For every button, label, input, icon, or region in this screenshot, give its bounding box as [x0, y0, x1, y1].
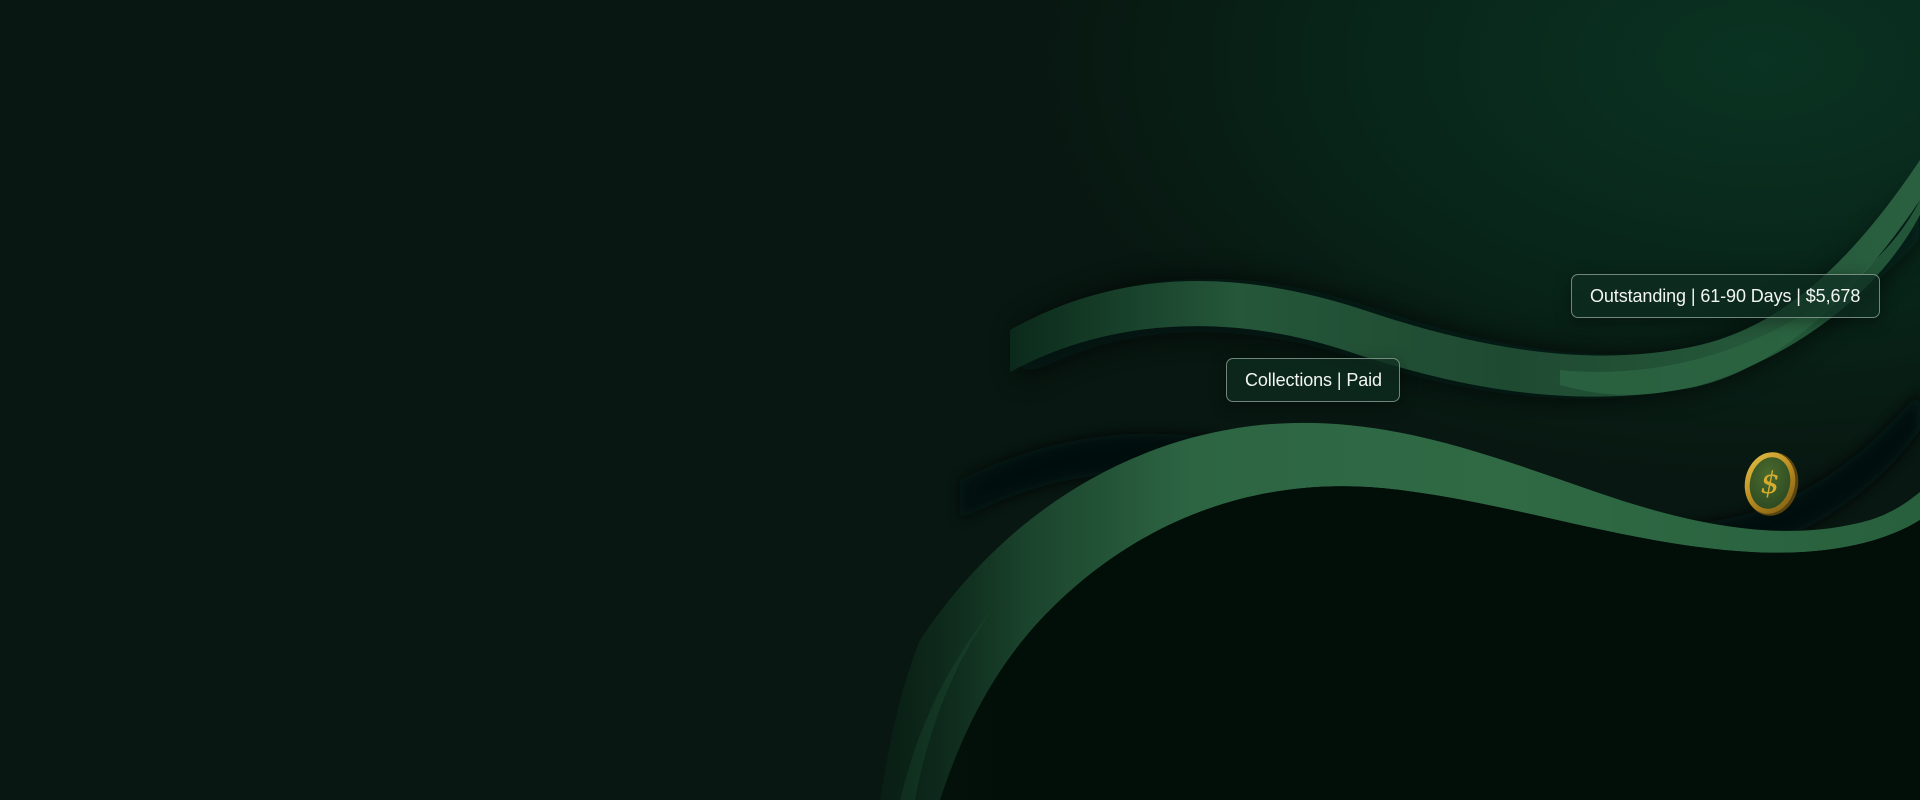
collections-paid-tag: Collections | Paid — [1226, 358, 1400, 402]
dollar-symbol: $ — [1760, 466, 1779, 501]
hero-background: Collections | Paid Outstanding | 61-90 D… — [0, 0, 1920, 800]
outstanding-tag: Outstanding | 61-90 Days | $5,678 — [1571, 274, 1880, 318]
dollar-coin-icon: $ — [1744, 452, 1799, 516]
wave-ribbons — [800, 160, 1920, 800]
